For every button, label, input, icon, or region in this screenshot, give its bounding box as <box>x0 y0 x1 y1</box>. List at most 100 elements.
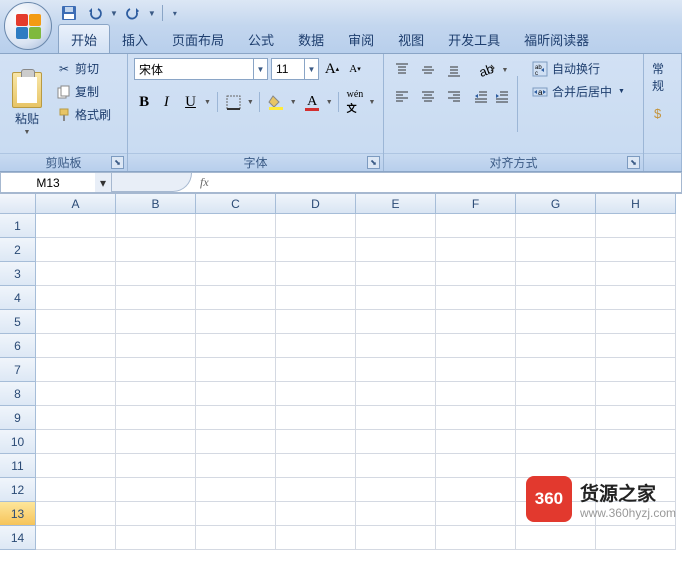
save-button[interactable] <box>58 2 80 24</box>
tab-page-layout[interactable]: 页面布局 <box>160 25 236 53</box>
align-launcher[interactable]: ⬊ <box>627 156 640 169</box>
cell[interactable] <box>196 310 276 334</box>
format-painter-button[interactable]: 格式刷 <box>52 104 115 125</box>
cell[interactable] <box>436 526 516 550</box>
cell[interactable] <box>436 502 516 526</box>
col-header[interactable]: F <box>436 194 516 214</box>
cell[interactable] <box>276 238 356 262</box>
tab-data[interactable]: 数据 <box>286 25 336 53</box>
fill-color-button[interactable] <box>264 90 288 114</box>
cut-button[interactable]: ✂剪切 <box>52 58 115 79</box>
cell[interactable] <box>116 502 196 526</box>
align-left-button[interactable] <box>390 84 414 108</box>
fill-dropdown[interactable]: ▼ <box>288 90 298 114</box>
cell[interactable] <box>516 430 596 454</box>
cell[interactable] <box>276 478 356 502</box>
cell[interactable] <box>196 502 276 526</box>
cell[interactable] <box>436 478 516 502</box>
cell[interactable] <box>36 478 116 502</box>
merge-center-button[interactable]: a合并后居中▼ <box>528 81 629 102</box>
font-size-combo[interactable]: 11▼ <box>271 58 319 80</box>
cell[interactable] <box>276 526 356 550</box>
paste-button[interactable]: 粘贴 ▼ <box>6 58 48 149</box>
cell[interactable] <box>196 286 276 310</box>
cell[interactable] <box>436 430 516 454</box>
cell[interactable] <box>116 262 196 286</box>
row-header[interactable]: 2 <box>0 238 36 262</box>
cell[interactable] <box>356 406 436 430</box>
grow-font-button[interactable]: A▴ <box>322 58 342 80</box>
row-header[interactable]: 11 <box>0 454 36 478</box>
cell[interactable] <box>356 214 436 238</box>
row-header[interactable]: 13 <box>0 502 36 526</box>
cell[interactable] <box>36 406 116 430</box>
row-header[interactable]: 14 <box>0 526 36 550</box>
align-bottom-button[interactable] <box>442 58 466 82</box>
cell[interactable] <box>116 430 196 454</box>
cell[interactable] <box>276 502 356 526</box>
cell[interactable] <box>36 310 116 334</box>
cell[interactable] <box>436 310 516 334</box>
cell[interactable] <box>356 286 436 310</box>
cell[interactable] <box>356 478 436 502</box>
row-header[interactable]: 1 <box>0 214 36 238</box>
border-dropdown[interactable]: ▼ <box>245 90 255 114</box>
cell[interactable] <box>116 214 196 238</box>
row-header[interactable]: 7 <box>0 358 36 382</box>
cell[interactable] <box>356 238 436 262</box>
cell[interactable] <box>356 382 436 406</box>
font-color-dropdown[interactable]: ▼ <box>324 90 334 114</box>
cell[interactable] <box>356 334 436 358</box>
bold-button[interactable]: B <box>134 90 154 114</box>
redo-button[interactable] <box>122 2 144 24</box>
cell[interactable] <box>596 262 676 286</box>
cell[interactable] <box>596 382 676 406</box>
cell[interactable] <box>116 358 196 382</box>
cell[interactable] <box>596 406 676 430</box>
select-all-corner[interactable] <box>0 194 36 214</box>
tab-insert[interactable]: 插入 <box>110 25 160 53</box>
formula-input-area[interactable]: fx <box>112 172 682 193</box>
tab-formulas[interactable]: 公式 <box>236 25 286 53</box>
tab-review[interactable]: 审阅 <box>336 25 386 53</box>
wrap-text-button[interactable]: abc自动换行 <box>528 58 629 79</box>
cell[interactable] <box>596 310 676 334</box>
cell[interactable] <box>596 286 676 310</box>
copy-button[interactable]: 复制 <box>52 81 115 102</box>
cell[interactable] <box>36 358 116 382</box>
cell[interactable] <box>196 454 276 478</box>
cell[interactable] <box>596 214 676 238</box>
col-header[interactable]: B <box>116 194 196 214</box>
cell[interactable] <box>436 286 516 310</box>
cell[interactable] <box>276 334 356 358</box>
cell[interactable] <box>436 214 516 238</box>
decrease-indent-button[interactable] <box>472 88 490 106</box>
tab-developer[interactable]: 开发工具 <box>436 25 512 53</box>
cell[interactable] <box>196 238 276 262</box>
font-launcher[interactable]: ⬊ <box>367 156 380 169</box>
align-center-button[interactable] <box>416 84 440 108</box>
cell[interactable] <box>116 286 196 310</box>
cell[interactable] <box>116 478 196 502</box>
cell[interactable] <box>516 526 596 550</box>
cell[interactable] <box>516 382 596 406</box>
cell[interactable] <box>196 358 276 382</box>
clipboard-launcher[interactable]: ⬊ <box>111 156 124 169</box>
cell[interactable] <box>516 238 596 262</box>
cell[interactable] <box>516 454 596 478</box>
chevron-down-icon[interactable]: ▾ <box>95 173 111 192</box>
cell[interactable] <box>36 238 116 262</box>
col-header[interactable]: E <box>356 194 436 214</box>
tab-foxit[interactable]: 福昕阅读器 <box>512 25 601 53</box>
row-header[interactable]: 6 <box>0 334 36 358</box>
cell[interactable] <box>36 526 116 550</box>
cell[interactable] <box>516 334 596 358</box>
increase-indent-button[interactable] <box>493 88 511 106</box>
cell[interactable] <box>436 358 516 382</box>
cell[interactable] <box>116 382 196 406</box>
cell[interactable] <box>116 238 196 262</box>
col-header[interactable]: A <box>36 194 116 214</box>
cell[interactable] <box>596 358 676 382</box>
cell[interactable] <box>596 526 676 550</box>
fx-icon[interactable]: fx <box>200 175 209 190</box>
